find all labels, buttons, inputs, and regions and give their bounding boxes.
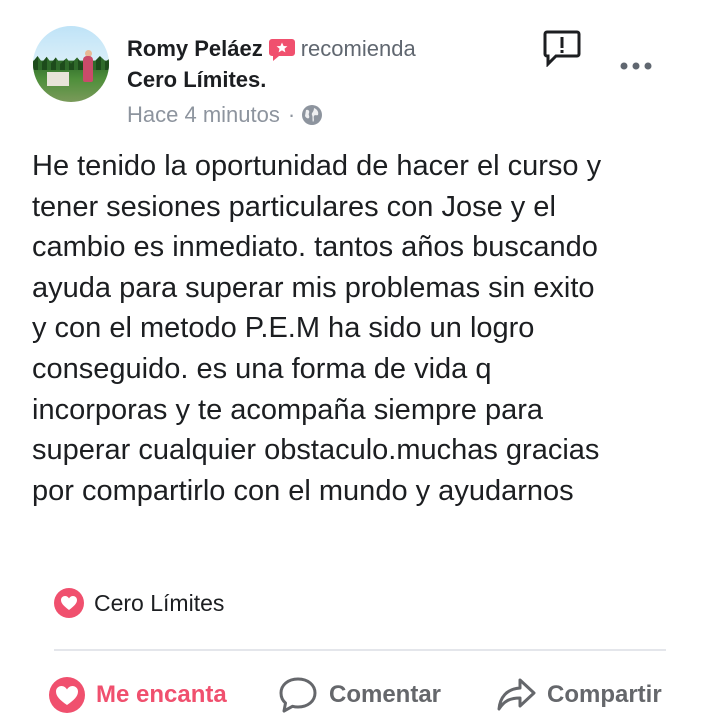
share-button[interactable]: Compartir <box>495 673 662 717</box>
recommend-verb: recomienda <box>300 36 416 61</box>
more-options-icon[interactable] <box>618 58 658 74</box>
post-body-text: He tenido la oportunidad de hacer el cur… <box>32 150 602 507</box>
avatar[interactable] <box>33 26 109 102</box>
author-name[interactable]: Romy Peláez <box>127 36 263 62</box>
love-reaction-button[interactable]: Me encanta <box>48 673 227 717</box>
comment-icon <box>279 677 317 713</box>
comment-button[interactable]: Comentar <box>277 673 441 717</box>
avatar-house <box>47 72 69 86</box>
post-timestamp[interactable]: Hace 4 minutos <box>127 102 280 128</box>
recommend-star-icon <box>268 38 295 61</box>
post-header: Romy Peláez recomienda <box>127 34 416 64</box>
avatar-person <box>83 56 93 82</box>
reactions-summary[interactable]: Cero Límites <box>54 588 224 618</box>
love-reaction-label: Me encanta <box>96 681 227 708</box>
post-meta: Hace 4 minutos · <box>127 102 323 128</box>
heart-icon <box>49 677 85 713</box>
meta-separator: · <box>287 102 296 127</box>
globe-icon <box>301 104 323 126</box>
actions-divider <box>54 649 666 651</box>
recommended-page-name[interactable]: Cero Límites. <box>127 67 266 93</box>
avatar-trees <box>33 56 109 70</box>
heart-icon <box>54 588 84 618</box>
report-icon[interactable] <box>542 29 582 68</box>
reaction-names: Cero Límites <box>94 589 225 616</box>
comment-label: Comentar <box>329 681 442 708</box>
share-icon <box>497 678 536 711</box>
share-label: Compartir <box>547 681 662 708</box>
